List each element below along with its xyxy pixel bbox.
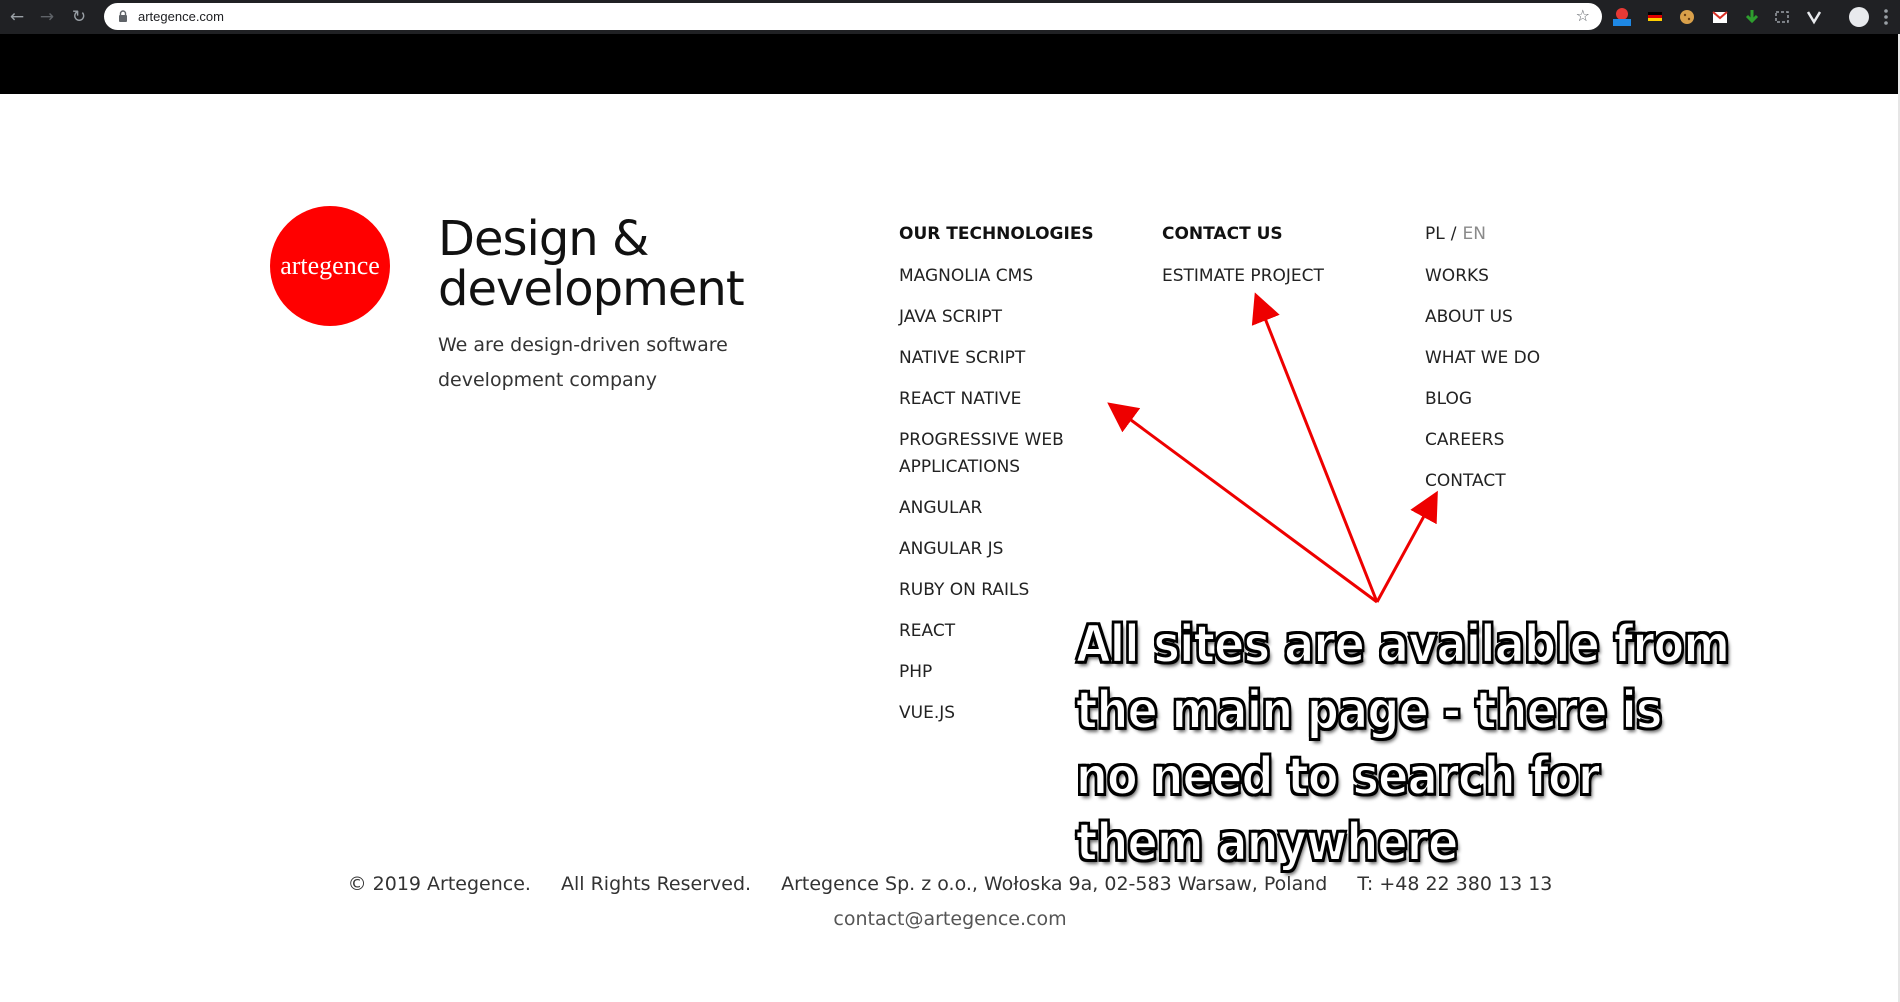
company-address: Artegence Sp. z o.o., Wołoska 9a, 02-583… — [781, 873, 1328, 895]
reload-button[interactable]: ↻ — [68, 6, 90, 28]
capture-icon[interactable] — [1772, 7, 1792, 27]
contact-column: CONTACT US ESTIMATE PROJECT — [1162, 222, 1382, 304]
nav-link-contact[interactable]: CONTACT — [1425, 468, 1645, 495]
copyright-text: © 2019 Artegence. — [347, 873, 531, 895]
url-text: artegence.com — [138, 9, 224, 24]
technologies-heading: OUR TECHNOLOGIES — [899, 224, 1094, 244]
profile-avatar[interactable] — [1849, 7, 1869, 27]
nav-link-careers[interactable]: CAREERS — [1425, 427, 1645, 454]
lang-pl-link[interactable]: PL — [1425, 224, 1445, 244]
tech-link-angular[interactable]: ANGULAR — [899, 495, 1119, 522]
arrow-to-technologies — [1107, 402, 1378, 604]
nav-link-blog[interactable]: BLOG — [1425, 386, 1645, 413]
footer-headline: Design & development — [438, 211, 745, 317]
tech-link-ruby-on-rails[interactable]: RUBY ON RAILS — [899, 577, 1119, 604]
headline-line-1: Design & — [438, 211, 649, 267]
tech-link-pwa[interactable]: PROGRESSIVE WEB APPLICATIONS — [899, 427, 1119, 481]
arrow-to-contact-us — [1251, 292, 1379, 603]
contact-heading: CONTACT US — [1162, 224, 1283, 244]
headline-line-2: development — [438, 261, 745, 317]
nav-link-works[interactable]: WORKS — [1425, 263, 1645, 290]
copyright-line: © 2019 Artegence. All Rights Reserved. A… — [0, 873, 1900, 895]
annotation-text: All sites are available from the main pa… — [1075, 614, 1731, 874]
lock-icon — [119, 10, 127, 22]
back-button[interactable]: ← — [6, 6, 28, 28]
phone-number[interactable]: T: +48 22 380 13 13 — [1357, 873, 1552, 895]
flag-icon[interactable] — [1645, 7, 1665, 27]
forward-button[interactable]: → — [36, 6, 58, 28]
language-switcher: PL / EN — [1425, 222, 1645, 263]
nav-link-what-we-do[interactable]: WHAT WE DO — [1425, 345, 1645, 372]
artegence-logo[interactable]: artegence — [270, 206, 390, 326]
estimate-project-link[interactable]: ESTIMATE PROJECT — [1162, 263, 1382, 290]
nav-link-about-us[interactable]: ABOUT US — [1425, 304, 1645, 331]
logo-text: artegence — [280, 251, 380, 280]
bookmark-star-icon[interactable]: ☆ — [1576, 6, 1590, 25]
new-badge-icon[interactable] — [1612, 7, 1632, 27]
tech-link-native-script[interactable]: NATIVE SCRIPT — [899, 345, 1119, 372]
tech-link-java-script[interactable]: JAVA SCRIPT — [899, 304, 1119, 331]
address-bar[interactable]: artegence.com ☆ — [104, 3, 1602, 30]
download-arrow-icon[interactable] — [1742, 7, 1762, 27]
arrow-to-site-nav — [1375, 490, 1438, 603]
menu-dots-icon[interactable] — [1880, 5, 1892, 29]
site-nav-column: PL / EN WORKS ABOUT US WHAT WE DO BLOG CAR… — [1425, 222, 1645, 509]
lang-separator: / — [1450, 224, 1457, 244]
v-icon[interactable] — [1804, 7, 1824, 27]
rights-text: All Rights Reserved. — [561, 873, 752, 895]
browser-toolbar: ← → ↻ artegence.com ☆ — [0, 0, 1900, 34]
tech-link-angular-js[interactable]: ANGULAR JS — [899, 536, 1119, 563]
mail-icon[interactable] — [1710, 7, 1730, 27]
lang-en-link[interactable]: EN — [1462, 224, 1485, 244]
site-header-bar — [0, 34, 1900, 94]
cookie-icon[interactable] — [1677, 7, 1697, 27]
contact-email[interactable]: contact@artegence.com — [0, 908, 1900, 930]
tech-link-react-native[interactable]: REACT NATIVE — [899, 386, 1119, 413]
tagline: We are design-driven software developmen… — [438, 334, 728, 391]
tech-link-magnolia-cms[interactable]: MAGNOLIA CMS — [899, 263, 1119, 290]
